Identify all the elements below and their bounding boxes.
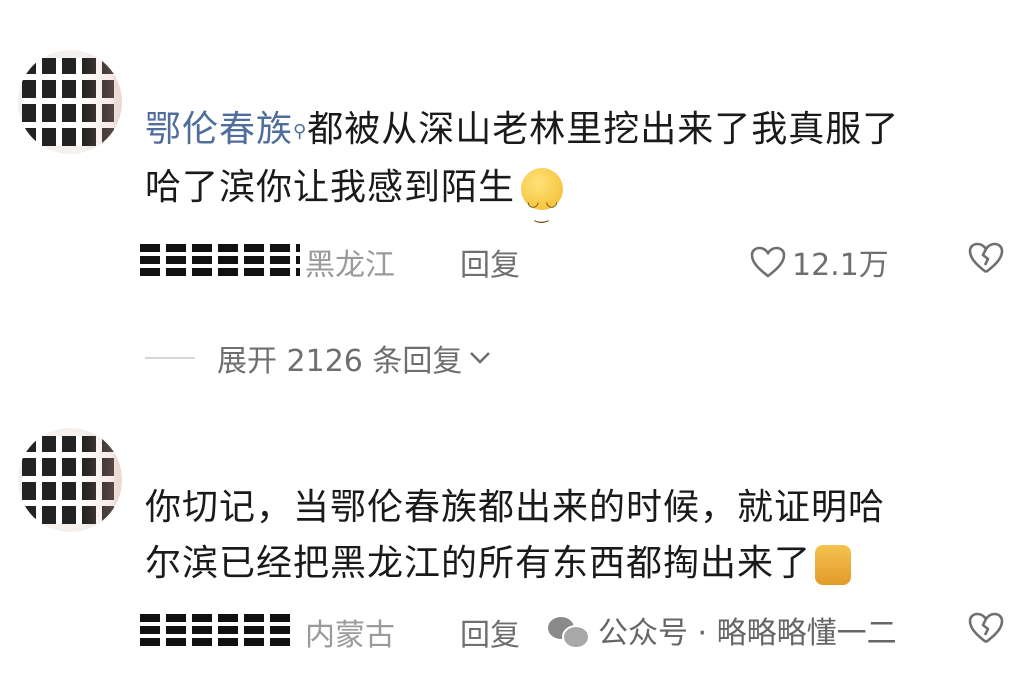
masked-username — [140, 612, 290, 646]
expand-replies-button[interactable]: 展开 2126 条回复 — [145, 334, 492, 382]
comment-line: 你切记，当鄂伦春族都出来的时候，就证明哈 — [145, 487, 886, 528]
username[interactable]: 鄂伦春族 — [145, 109, 293, 150]
comment-line: 哈了滨你让我感到陌生 — [145, 167, 516, 208]
search-icon[interactable]: ⚲ — [293, 104, 307, 160]
dislike-icon[interactable] — [968, 612, 1004, 644]
like-count: 12.1万 — [792, 248, 889, 283]
masked-username — [140, 242, 300, 276]
heart-icon[interactable] — [750, 246, 786, 278]
comment-line: 都被从深山老林里挖出来了我真服了 — [307, 109, 900, 150]
watermark-text: 公众号 · 略略略懂一二 — [598, 616, 897, 651]
avatar[interactable] — [18, 50, 122, 154]
location: 黑龙江 — [305, 248, 395, 283]
like-button[interactable]: 12.1万 — [750, 240, 889, 284]
cat-face-emoji-icon — [815, 545, 852, 585]
comment-line: 尔滨已经把黑龙江的所有东西都掏出来了 — [145, 543, 812, 584]
comment-text: 你切记，当鄂伦春族都出来的时候，就证明哈 尔滨已经把黑龙江的所有东西都掏出来了 — [145, 480, 995, 592]
location: 内蒙古 — [305, 618, 395, 653]
comment-text: 鄂伦春族⚲都被从深山老林里挖出来了我真服了 哈了滨你让我感到陌生 — [145, 102, 995, 242]
chevron-down-icon — [468, 341, 492, 376]
smiling-face-emoji-icon — [521, 168, 564, 242]
avatar[interactable] — [18, 428, 122, 532]
reply-button[interactable]: 回复 — [460, 240, 520, 284]
reply-button[interactable]: 回复 — [460, 610, 520, 654]
wechat-icon — [548, 613, 590, 649]
watermark: 公众号 · 略略略懂一二 — [548, 606, 897, 654]
dislike-icon[interactable] — [968, 242, 1004, 274]
expand-replies-label: 展开 2126 条回复 — [217, 344, 463, 379]
comment-meta: 黑龙江 回复 12.1万 — [140, 236, 1010, 284]
divider — [145, 357, 195, 359]
